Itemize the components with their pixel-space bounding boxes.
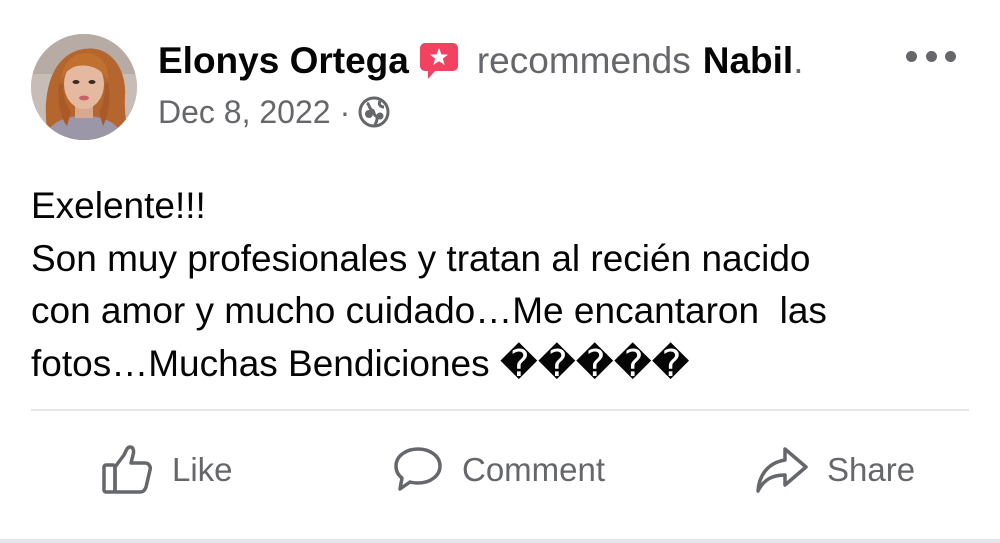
more-options-button[interactable]: [906, 44, 956, 68]
like-button[interactable]: Like: [100, 430, 233, 510]
actions-divider: [31, 409, 969, 411]
page-name-link[interactable]: Nabil: [703, 40, 793, 82]
post-body: Exelente!!! Son muy profesionales y trat…: [31, 180, 981, 390]
post-meta: Dec 8, 2022 ·: [158, 92, 390, 132]
share-label: Share: [827, 451, 916, 488]
share-button[interactable]: Share: [755, 430, 915, 510]
post-bottom-border: [0, 539, 1000, 543]
post-header-line: Elonys Ortega recommends Nabil .: [158, 36, 803, 86]
post-actions-bar: Like Comment Share: [0, 430, 1000, 510]
recommends-text: recommends: [476, 40, 691, 81]
more-dot-icon: [945, 50, 956, 62]
author-name-link[interactable]: Elonys Ortega: [158, 40, 409, 82]
post-text-line: Exelente!!!: [31, 185, 206, 226]
meta-separator: ·: [339, 93, 351, 130]
comment-bubble-icon: [392, 444, 444, 496]
post-text-line: Son muy profesionales y tratan al recién…: [31, 237, 811, 279]
review-post: Elonys Ortega recommends Nabil . Dec 8, …: [0, 0, 1000, 543]
like-label: Like: [172, 451, 233, 488]
avatar-image: [31, 34, 137, 140]
comment-label: Comment: [462, 451, 606, 488]
header-period: .: [793, 40, 804, 81]
more-dot-icon: [925, 50, 937, 62]
author-avatar[interactable]: [31, 34, 137, 140]
more-dot-icon: [906, 50, 917, 62]
post-text-line: fotos…Muchas Bendiciones �����: [31, 342, 690, 384]
share-arrow-icon: [755, 445, 809, 495]
comment-button[interactable]: Comment: [392, 430, 605, 510]
post-date-link[interactable]: Dec 8, 2022: [158, 94, 331, 131]
recommendation-badge-icon: [419, 40, 459, 82]
globe-icon[interactable]: [358, 96, 390, 128]
thumbs-up-icon: [100, 443, 154, 497]
post-text-line: con amor y mucho cuidado…Me encantaron l…: [31, 290, 827, 331]
